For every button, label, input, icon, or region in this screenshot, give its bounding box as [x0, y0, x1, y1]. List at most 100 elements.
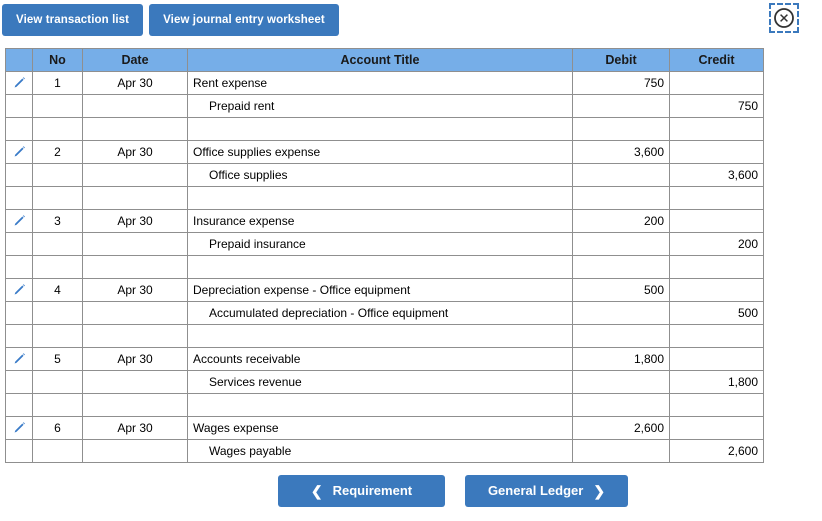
- header-account-title: Account Title: [187, 48, 573, 72]
- cell-credit[interactable]: [669, 324, 764, 348]
- cell-account-title[interactable]: Office supplies expense: [187, 140, 573, 164]
- edit-cell-empty: [5, 370, 33, 394]
- view-journal-entry-worksheet-button[interactable]: View journal entry worksheet: [149, 4, 339, 36]
- cell-credit[interactable]: 2,600: [669, 439, 764, 463]
- cell-account-title[interactable]: Services revenue: [187, 370, 573, 394]
- cell-debit[interactable]: [572, 163, 670, 187]
- cell-credit[interactable]: 200: [669, 232, 764, 256]
- pencil-icon: [11, 144, 27, 158]
- cell-debit[interactable]: 2,600: [572, 416, 670, 440]
- general-ledger-button[interactable]: General Ledger ❯: [465, 475, 628, 507]
- cell-date: Apr 30: [82, 347, 188, 371]
- cell-no: [32, 232, 83, 256]
- close-button[interactable]: [769, 3, 799, 33]
- cell-credit[interactable]: [669, 140, 764, 164]
- table-spacer-row: [5, 255, 764, 279]
- journal-entry-table: No Date Account Title Debit Credit 1 Apr …: [5, 48, 764, 463]
- cell-debit[interactable]: [572, 370, 670, 394]
- cell-no: [32, 439, 83, 463]
- cell-credit[interactable]: [669, 186, 764, 210]
- journal-entry-table-container: No Date Account Title Debit Credit 1 Apr …: [5, 48, 764, 463]
- cell-date: Apr 30: [82, 416, 188, 440]
- cell-debit[interactable]: [572, 324, 670, 348]
- edit-cell-empty: [5, 117, 33, 141]
- cell-account-title[interactable]: [187, 186, 573, 210]
- cell-debit[interactable]: 750: [572, 71, 670, 95]
- cell-credit[interactable]: [669, 255, 764, 279]
- pencil-icon: [11, 75, 27, 89]
- cell-no: [32, 94, 83, 118]
- cell-debit[interactable]: [572, 393, 670, 417]
- cell-debit[interactable]: [572, 301, 670, 325]
- table-row: 1 Apr 30 Rent expense 750: [5, 71, 764, 95]
- cell-credit[interactable]: [669, 278, 764, 302]
- cell-account-title[interactable]: Accounts receivable: [187, 347, 573, 371]
- edit-entry-button[interactable]: [5, 278, 33, 302]
- cell-debit[interactable]: [572, 94, 670, 118]
- edit-cell-empty: [5, 163, 33, 187]
- cell-credit[interactable]: 1,800: [669, 370, 764, 394]
- edit-entry-button[interactable]: [5, 347, 33, 371]
- pencil-icon: [11, 213, 27, 227]
- cell-credit[interactable]: [669, 347, 764, 371]
- cell-debit[interactable]: [572, 117, 670, 141]
- cell-credit[interactable]: [669, 117, 764, 141]
- cell-debit[interactable]: 500: [572, 278, 670, 302]
- cell-debit[interactable]: 3,600: [572, 140, 670, 164]
- cell-account-title[interactable]: Rent expense: [187, 71, 573, 95]
- cell-no: [32, 324, 83, 348]
- requirement-button-label: Requirement: [332, 483, 413, 498]
- cell-date: Apr 30: [82, 71, 188, 95]
- cell-account-title[interactable]: [187, 393, 573, 417]
- edit-cell-empty: [5, 301, 33, 325]
- cell-credit[interactable]: 750: [669, 94, 764, 118]
- cell-account-title[interactable]: [187, 324, 573, 348]
- cell-date: [82, 301, 188, 325]
- view-transaction-list-button[interactable]: View transaction list: [2, 4, 144, 36]
- cell-debit[interactable]: 200: [572, 209, 670, 233]
- edit-cell-empty: [5, 232, 33, 256]
- cell-debit[interactable]: 1,800: [572, 347, 670, 371]
- table-row: 6 Apr 30 Wages expense 2,600: [5, 416, 764, 440]
- cell-credit[interactable]: [669, 393, 764, 417]
- cell-credit[interactable]: 500: [669, 301, 764, 325]
- edit-entry-button[interactable]: [5, 140, 33, 164]
- edit-entry-button[interactable]: [5, 416, 33, 440]
- cell-account-title[interactable]: Depreciation expense - Office equipment: [187, 278, 573, 302]
- cell-account-title[interactable]: Wages payable: [187, 439, 573, 463]
- cell-debit[interactable]: [572, 439, 670, 463]
- cell-credit[interactable]: 3,600: [669, 163, 764, 187]
- cell-account-title[interactable]: Prepaid insurance: [187, 232, 573, 256]
- cell-debit[interactable]: [572, 186, 670, 210]
- cell-date: [82, 393, 188, 417]
- table-spacer-row: [5, 117, 764, 141]
- cell-account-title[interactable]: Prepaid rent: [187, 94, 573, 118]
- cell-no: 3: [32, 209, 83, 233]
- cell-account-title[interactable]: [187, 255, 573, 279]
- requirement-button[interactable]: ❮ Requirement: [278, 475, 445, 507]
- cell-no: [32, 301, 83, 325]
- cell-credit[interactable]: [669, 209, 764, 233]
- cell-account-title[interactable]: Office supplies: [187, 163, 573, 187]
- cell-account-title[interactable]: Insurance expense: [187, 209, 573, 233]
- edit-entry-button[interactable]: [5, 209, 33, 233]
- edit-cell-empty: [5, 94, 33, 118]
- cell-no: [32, 255, 83, 279]
- cell-date: [82, 232, 188, 256]
- cell-credit[interactable]: [669, 416, 764, 440]
- cell-date: [82, 94, 188, 118]
- cell-account-title[interactable]: Accumulated depreciation - Office equipm…: [187, 301, 573, 325]
- cell-no: [32, 370, 83, 394]
- table-row: 3 Apr 30 Insurance expense 200: [5, 209, 764, 233]
- table-row: Accumulated depreciation - Office equipm…: [5, 301, 764, 325]
- edit-entry-button[interactable]: [5, 71, 33, 95]
- top-toolbar: View transaction list View journal entry…: [2, 4, 339, 36]
- cell-account-title[interactable]: Wages expense: [187, 416, 573, 440]
- cell-debit[interactable]: [572, 232, 670, 256]
- pencil-icon: [11, 282, 27, 296]
- cell-account-title[interactable]: [187, 117, 573, 141]
- cell-date: Apr 30: [82, 209, 188, 233]
- cell-credit[interactable]: [669, 71, 764, 95]
- table-row: 4 Apr 30 Depreciation expense - Office equ…: [5, 278, 764, 302]
- cell-debit[interactable]: [572, 255, 670, 279]
